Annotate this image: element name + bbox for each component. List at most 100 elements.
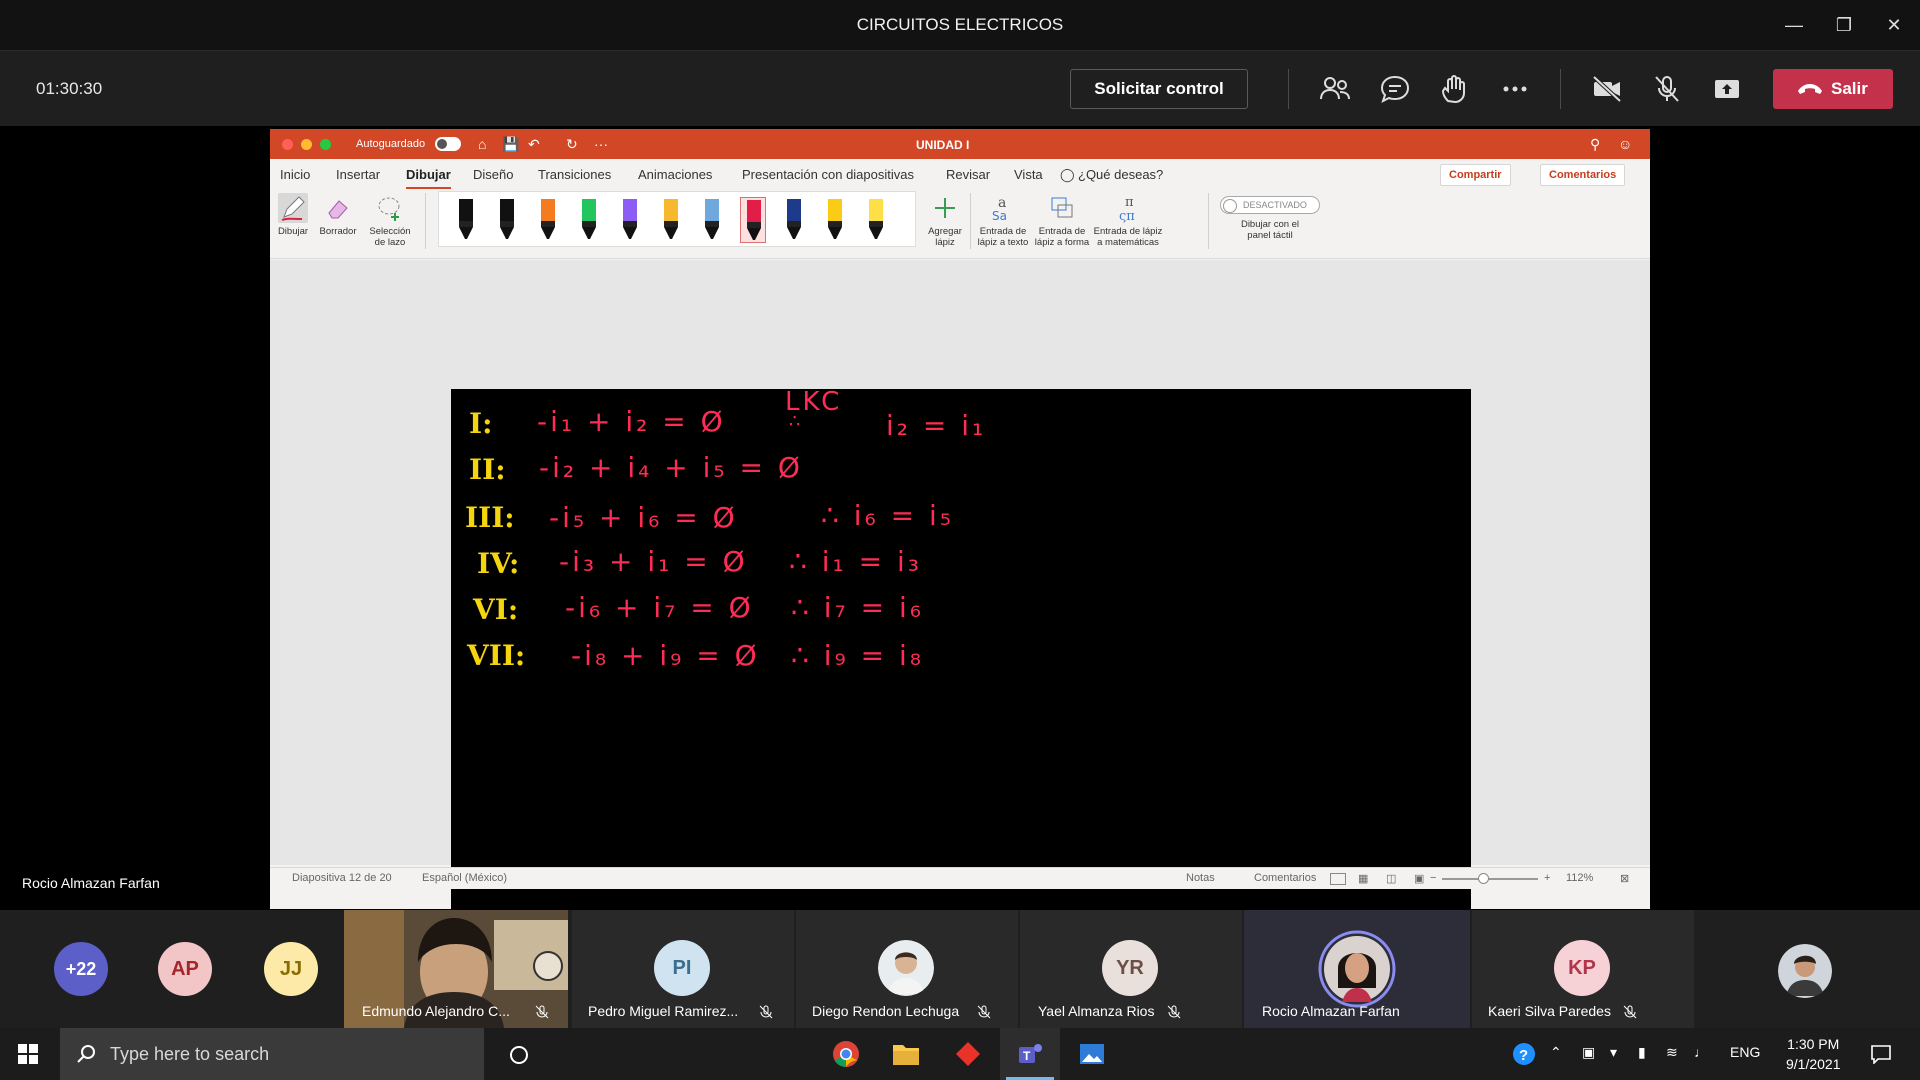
- participant-tile[interactable]: YR Yael Almanza Rios: [1020, 910, 1242, 1028]
- leave-button[interactable]: Salir: [1773, 69, 1893, 109]
- zoom-out-icon[interactable]: −: [1430, 872, 1436, 884]
- pen-swatch[interactable]: [699, 197, 725, 243]
- tab-inicio[interactable]: Inicio: [280, 167, 310, 182]
- tab-transiciones[interactable]: Transiciones: [538, 167, 611, 182]
- mac-zoom-icon[interactable]: [320, 139, 331, 150]
- draw-tool[interactable]: Dibujar: [276, 189, 310, 237]
- notes-button[interactable]: Notas: [1186, 872, 1215, 884]
- taskbar-photos[interactable]: [1062, 1028, 1122, 1080]
- ink-to-math-tool[interactable]: π ςπ Entrada de lápiz a matemáticas: [1092, 189, 1164, 248]
- tab-diseno[interactable]: Diseño: [473, 167, 513, 182]
- status-comments-button[interactable]: Comentarios: [1254, 872, 1316, 884]
- redo-icon[interactable]: ↻: [566, 136, 578, 153]
- taskbar-app-red[interactable]: [938, 1028, 998, 1080]
- avatar[interactable]: AP: [158, 942, 212, 996]
- ink-to-text-tool[interactable]: a Sa Entrada de lápiz a texto: [976, 189, 1030, 248]
- share-button[interactable]: Compartir: [1440, 164, 1511, 186]
- close-icon[interactable]: ✕: [1874, 10, 1914, 40]
- overflow-participants-button[interactable]: +22: [54, 942, 108, 996]
- meet-now-icon[interactable]: ▣: [1582, 1044, 1595, 1061]
- avatar[interactable]: JJ: [264, 942, 318, 996]
- microphone-icon[interactable]: ▾: [1610, 1044, 1617, 1061]
- normal-view-icon[interactable]: [1330, 873, 1346, 885]
- taskbar-teams[interactable]: T: [1000, 1028, 1060, 1080]
- tab-animaciones[interactable]: Animaciones: [638, 167, 712, 182]
- pen-swatch[interactable]: [453, 197, 479, 243]
- notifications-icon[interactable]: [1870, 1044, 1892, 1064]
- volume-icon[interactable]: ♩: [1694, 1044, 1708, 1060]
- participant-tile[interactable]: Diego Rendon Lechuga: [796, 910, 1018, 1028]
- help-icon[interactable]: ?: [1512, 1042, 1536, 1066]
- touchpad-draw-toggle[interactable]: DESACTIVADO: [1220, 196, 1320, 214]
- document-name[interactable]: UNIDAD I: [916, 138, 969, 152]
- wifi-icon[interactable]: ≋: [1666, 1044, 1678, 1061]
- taskbar-search-box[interactable]: Type here to search: [60, 1028, 484, 1080]
- pen-swatch[interactable]: [494, 197, 520, 243]
- mac-close-icon[interactable]: [282, 139, 293, 150]
- language-status[interactable]: Español (México): [422, 872, 507, 884]
- lasso-tool[interactable]: Selección de lazo: [364, 189, 416, 248]
- pen-swatch[interactable]: [535, 197, 561, 243]
- tab-revisar[interactable]: Revisar: [946, 167, 990, 182]
- fit-slide-icon[interactable]: ⊠: [1620, 872, 1629, 885]
- pen-swatch[interactable]: [658, 197, 684, 243]
- taskbar-file-explorer[interactable]: [876, 1028, 936, 1080]
- zoom-level[interactable]: 112%: [1566, 872, 1593, 884]
- search-icon[interactable]: ⚲: [1590, 136, 1600, 153]
- share-screen-icon[interactable]: [1710, 73, 1744, 105]
- home-icon[interactable]: ⌂: [478, 136, 486, 152]
- pen-swatch[interactable]: [822, 197, 848, 243]
- more-icon[interactable]: ···: [594, 136, 608, 152]
- windows-start-icon[interactable]: [18, 1044, 38, 1064]
- pen-swatch[interactable]: [576, 197, 602, 243]
- language-indicator[interactable]: ENG: [1730, 1044, 1760, 1060]
- mic-off-icon[interactable]: [1650, 73, 1684, 105]
- participant-tile[interactable]: PI Pedro Miguel Ramirez...: [572, 910, 794, 1028]
- mac-minimize-icon[interactable]: [301, 139, 312, 150]
- node-label: III:: [465, 501, 515, 534]
- participant-video-tile[interactable]: Edmundo Alejandro C...: [344, 910, 568, 1028]
- cortana-icon[interactable]: [508, 1044, 530, 1066]
- save-icon[interactable]: 💾: [502, 136, 519, 153]
- clock[interactable]: 1:30 PM 9/1/2021: [1786, 1034, 1841, 1074]
- tab-vista[interactable]: Vista: [1014, 167, 1043, 182]
- request-control-button[interactable]: Solicitar control: [1070, 69, 1248, 109]
- raise-hand-icon[interactable]: [1438, 73, 1472, 105]
- pen-swatch[interactable]: [617, 197, 643, 243]
- autosave-toggle[interactable]: [435, 137, 461, 151]
- tab-insertar[interactable]: Insertar: [336, 167, 380, 182]
- avatar: PI: [654, 940, 710, 996]
- zoom-in-icon[interactable]: +: [1544, 872, 1550, 884]
- slide[interactable]: LKC ∴ I: -i₁ + i₂ = Ø i₂ = i₁ II: -i₂ + …: [451, 387, 1471, 909]
- taskbar-chrome[interactable]: [816, 1028, 876, 1080]
- smiley-icon[interactable]: ☺: [1618, 136, 1632, 152]
- eraser-tool[interactable]: Borrador: [316, 189, 360, 237]
- tell-me-field[interactable]: ¿Qué deseas?: [1078, 167, 1163, 182]
- participant-name: Pedro Miguel Ramirez...: [588, 1003, 739, 1019]
- chat-icon[interactable]: [1378, 73, 1412, 105]
- pen-swatch[interactable]: [863, 197, 889, 243]
- undo-icon[interactable]: ↶: [528, 136, 540, 153]
- pen-swatch[interactable]: [781, 197, 807, 243]
- tab-dibujar[interactable]: Dibujar: [406, 167, 451, 190]
- restore-icon[interactable]: ❐: [1824, 10, 1864, 40]
- zoom-slider[interactable]: [1442, 878, 1538, 880]
- slideshow-icon[interactable]: ▣: [1414, 872, 1424, 885]
- participant-tile-speaking[interactable]: Rocio Almazan Farfan: [1244, 910, 1470, 1028]
- camera-off-icon[interactable]: [1590, 73, 1624, 105]
- slide-sorter-icon[interactable]: ▦: [1358, 872, 1368, 885]
- minimize-icon[interactable]: —: [1774, 10, 1814, 40]
- zoom-handle[interactable]: [1478, 873, 1489, 884]
- reading-view-icon[interactable]: ◫: [1386, 872, 1396, 885]
- more-options-icon[interactable]: [1498, 73, 1532, 105]
- tab-presentacion[interactable]: Presentación con diapositivas: [742, 167, 914, 182]
- add-pen-tool[interactable]: Agregar lápiz: [922, 189, 968, 248]
- participants-icon[interactable]: [1318, 73, 1352, 105]
- ink-to-shape-tool[interactable]: Entrada de lápiz a forma: [1034, 189, 1090, 248]
- comments-button[interactable]: Comentarios: [1540, 164, 1626, 186]
- pen-swatch[interactable]: [740, 197, 766, 243]
- my-avatar[interactable]: [1778, 944, 1832, 998]
- participant-tile[interactable]: KP Kaeri Silva Paredes: [1472, 910, 1694, 1028]
- chevron-up-icon[interactable]: ⌃: [1550, 1044, 1562, 1061]
- battery-icon[interactable]: ▮: [1638, 1044, 1646, 1061]
